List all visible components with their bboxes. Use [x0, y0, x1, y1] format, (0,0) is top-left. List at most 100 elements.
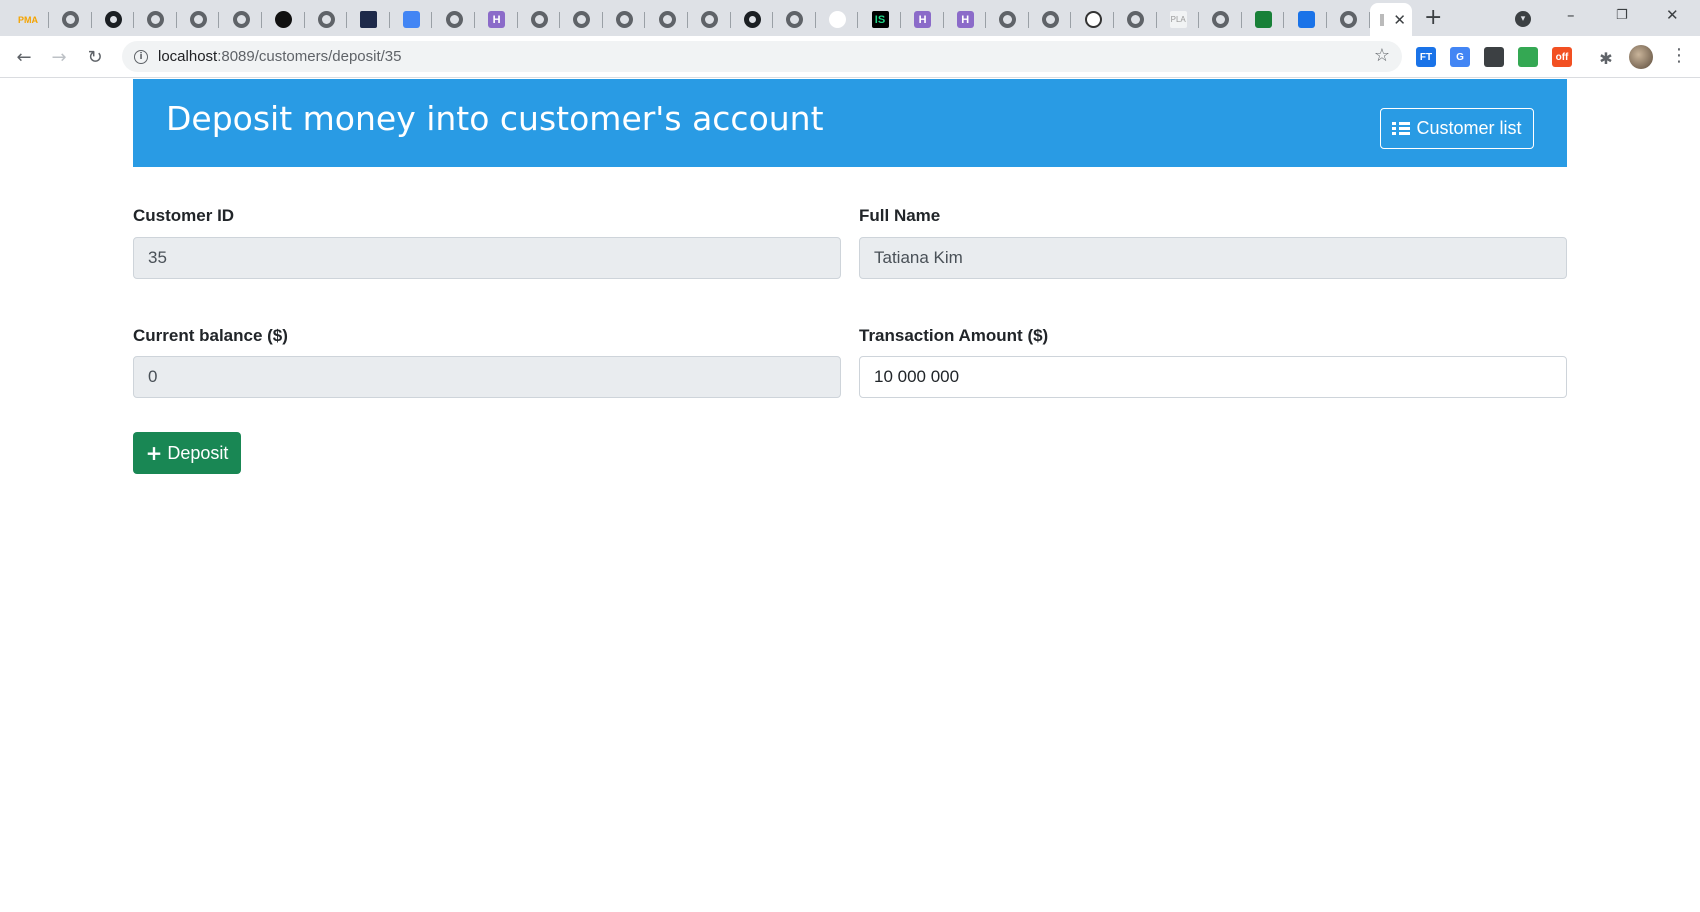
customer-id-value: 35: [148, 248, 167, 267]
translate-extension-icon[interactable]: G: [1450, 47, 1470, 67]
list-icon: [1392, 122, 1411, 135]
globe-icon: [62, 11, 80, 28]
browser-tab[interactable]: [390, 3, 433, 36]
reload-icon[interactable]: ↻: [82, 44, 108, 70]
browser-tab[interactable]: [348, 3, 390, 36]
transaction-amount-input[interactable]: 10 000 000: [859, 356, 1567, 398]
bookmark-star-icon[interactable]: ☆: [1374, 45, 1390, 66]
browser-tab[interactable]: IS: [859, 3, 901, 36]
globe-icon: [1340, 11, 1358, 28]
ft-extension-icon[interactable]: FT: [1416, 47, 1436, 67]
hackerrank-icon: H: [488, 11, 506, 28]
globe-icon: [573, 11, 591, 28]
browser-tab[interactable]: H: [476, 3, 518, 36]
browser-tab[interactable]: [92, 3, 135, 36]
globe-icon: [658, 11, 676, 28]
dark-circle-icon: [275, 11, 293, 28]
globe-icon: [615, 11, 633, 28]
translate-icon: [402, 11, 420, 28]
browser-tab[interactable]: [263, 3, 305, 36]
browser-toolbar: ← → ↻ i localhost:8089/customers/deposit…: [0, 36, 1700, 78]
plus-icon: +: [145, 441, 163, 465]
github-icon: [743, 11, 761, 28]
github-icon: [104, 11, 122, 28]
color-extension-icon[interactable]: [1518, 47, 1538, 67]
browser-tab[interactable]: PMA: [7, 3, 49, 36]
browser-tab[interactable]: [774, 3, 816, 36]
page-content: Deposit money into customer's account Cu…: [0, 79, 1700, 912]
customer-id-label: Customer ID: [133, 206, 235, 225]
browser-tab-strip: ✕ + ▾ – ❐ ✕ PMA H IS H H PLA: [0, 0, 1700, 36]
browser-tab[interactable]: [987, 3, 1029, 36]
active-tab[interactable]: ✕: [1370, 3, 1412, 36]
tab-separator: [1368, 12, 1370, 28]
new-tab-button[interactable]: +: [1424, 5, 1442, 30]
browser-tab[interactable]: [518, 3, 561, 36]
sync-extension-icon[interactable]: [1484, 47, 1504, 67]
forward-arrow-icon[interactable]: →: [46, 44, 72, 70]
jetbrains-icon: IS: [871, 11, 889, 28]
browser-tab[interactable]: [1242, 3, 1285, 36]
globe-icon: [189, 11, 207, 28]
extensions-puzzle-icon[interactable]: ✱: [1593, 45, 1619, 71]
browser-tab[interactable]: [646, 3, 688, 36]
browser-tab[interactable]: [433, 3, 475, 36]
url-text: localhost:8089/customers/deposit/35: [158, 48, 402, 65]
browser-tab[interactable]: [603, 3, 646, 36]
browser-tab[interactable]: PLA: [1157, 3, 1200, 36]
browser-tab[interactable]: [1115, 3, 1157, 36]
pla-icon: PLA: [1169, 11, 1187, 28]
browser-tab[interactable]: [220, 3, 262, 36]
globe-icon: [232, 11, 250, 28]
browser-tab[interactable]: [1285, 3, 1327, 36]
globe-icon: [147, 11, 165, 28]
browser-tab[interactable]: [305, 3, 348, 36]
contacts-green-icon: [1254, 11, 1272, 28]
browser-tab[interactable]: H: [902, 3, 944, 36]
minimize-icon[interactable]: –: [1567, 6, 1575, 24]
globe-icon: [530, 11, 548, 28]
maximize-icon[interactable]: ❐: [1616, 8, 1628, 23]
customer-list-button[interactable]: Customer list: [1380, 108, 1534, 149]
browser-tab[interactable]: [731, 3, 774, 36]
browser-tab[interactable]: [689, 3, 731, 36]
navy-square-icon: [360, 11, 378, 28]
current-balance-value: 0: [148, 367, 158, 386]
site-info-icon[interactable]: i: [134, 49, 148, 64]
tab-search-icon[interactable]: ▾: [1515, 11, 1531, 27]
address-bar[interactable]: i localhost:8089/customers/deposit/35 ☆: [122, 41, 1402, 72]
globe-icon: [999, 11, 1017, 28]
globe-icon: [701, 11, 719, 28]
deposit-button-label: Deposit: [167, 442, 229, 463]
profile-avatar[interactable]: [1629, 45, 1653, 69]
globe-icon: [1127, 11, 1145, 28]
browser-tab[interactable]: H: [944, 3, 987, 36]
browser-tab[interactable]: [1029, 3, 1072, 36]
back-arrow-icon[interactable]: ←: [11, 44, 37, 70]
current-balance-field[interactable]: 0: [133, 356, 841, 398]
off-extension-icon[interactable]: off: [1552, 47, 1572, 67]
browser-tab[interactable]: [50, 3, 92, 36]
close-tab-icon[interactable]: ✕: [1393, 11, 1406, 29]
browser-tab[interactable]: [1200, 3, 1242, 36]
browser-menu-icon[interactable]: ⋮: [1670, 45, 1688, 66]
browser-tab[interactable]: [816, 3, 859, 36]
globe-icon: [317, 11, 335, 28]
full-name-label: Full Name: [859, 206, 941, 225]
window-close-icon[interactable]: ✕: [1666, 6, 1679, 24]
hackerrank-icon: H: [956, 11, 974, 28]
browser-tab[interactable]: [1328, 3, 1370, 36]
hackerrank-icon: H: [914, 11, 932, 28]
customer-id-field[interactable]: 35: [133, 237, 841, 279]
browser-tab[interactable]: [1072, 3, 1114, 36]
browser-tab[interactable]: [135, 3, 177, 36]
globe-icon: [445, 11, 463, 28]
phpmyadmin-icon: PMA: [18, 14, 38, 25]
page-title: Deposit money into customer's account: [166, 99, 824, 138]
deposit-button[interactable]: + Deposit: [133, 432, 241, 474]
browser-tab[interactable]: [177, 3, 220, 36]
transaction-amount-label: Transaction Amount ($): [859, 326, 1049, 345]
browser-tab[interactable]: [561, 3, 603, 36]
bw-circle-icon: [1084, 11, 1102, 28]
full-name-field[interactable]: Tatiana Kim: [859, 237, 1567, 279]
